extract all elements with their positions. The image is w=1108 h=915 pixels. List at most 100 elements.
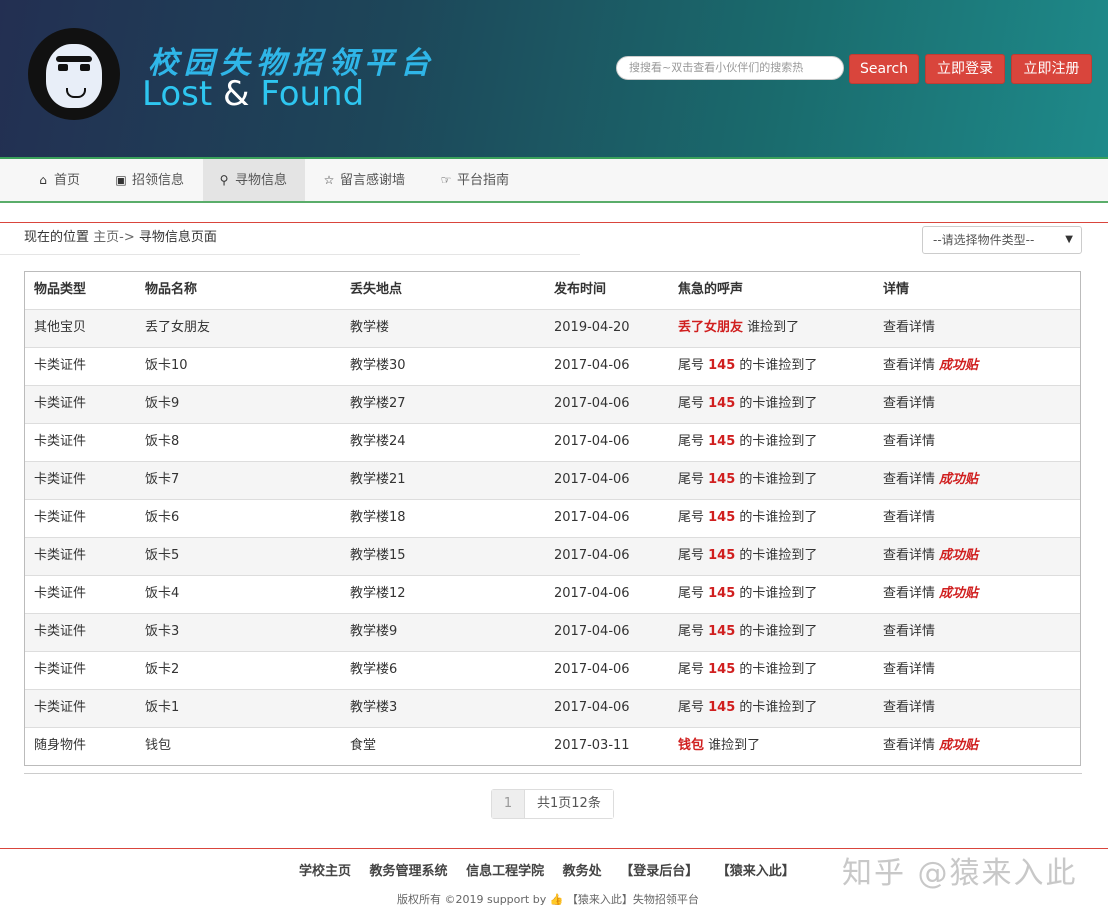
- lost-place: 教学楼6: [350, 662, 398, 677]
- title-found: Found: [260, 74, 365, 114]
- view-details-link[interactable]: 查看详情: [883, 624, 935, 639]
- item-type: 卡类证件: [34, 358, 87, 373]
- nav-item-home[interactable]: ⌂ 首页: [22, 159, 94, 201]
- footer-link-academic-system[interactable]: 教务管理系统: [370, 864, 448, 879]
- table-row: 卡类证件 饭卡10 教学楼30 2017-04-06 尾号 145 的卡谁捡到了 查看详情…: [25, 347, 1080, 385]
- title-lost: Lost: [142, 74, 213, 114]
- urgent-call: 尾号 145 的卡谁捡到了: [678, 500, 817, 536]
- gorilla-logo-icon[interactable]: [28, 28, 120, 120]
- logo-face: [46, 44, 102, 108]
- view-details-link[interactable]: 查看详情: [883, 510, 935, 525]
- view-details-link[interactable]: 查看详情: [883, 320, 935, 335]
- call-highlight: 钱包: [678, 738, 705, 753]
- publish-date: 2017-04-06: [554, 624, 630, 639]
- item-name: 饭卡2: [145, 662, 180, 677]
- call-prefix: 尾号: [678, 624, 709, 639]
- item-name: 饭卡10: [145, 358, 188, 373]
- success-badge: 成功贴: [939, 548, 979, 563]
- footer-link-school[interactable]: 学校主页: [299, 864, 351, 879]
- view-details-link[interactable]: 查看详情: [883, 738, 935, 753]
- nav-label: 首页: [54, 173, 81, 188]
- view-details-link[interactable]: 查看详情: [883, 662, 935, 677]
- detail-cell: 查看详情 成功贴: [883, 348, 978, 384]
- search-button[interactable]: Search: [849, 54, 919, 84]
- table-row: 卡类证件 饭卡3 教学楼9 2017-04-06 尾号 145 的卡谁捡到了 查看详情: [25, 613, 1080, 651]
- publish-date: 2017-04-06: [554, 396, 630, 411]
- item-name: 饭卡8: [145, 434, 180, 449]
- call-suffix: 的卡谁捡到了: [735, 624, 818, 639]
- register-button[interactable]: 立即注册: [1011, 54, 1092, 84]
- page-number-button[interactable]: 1: [492, 790, 525, 818]
- urgent-call: 钱包 谁捡到了: [678, 728, 760, 764]
- call-suffix: 的卡谁捡到了: [735, 586, 818, 601]
- search-input[interactable]: 搜搜看~双击查看小伙伴们的搜索热: [616, 56, 844, 80]
- item-type: 卡类证件: [34, 586, 87, 601]
- image-icon: ▣: [115, 173, 127, 187]
- footer-link-academic-office[interactable]: 教务处: [563, 864, 602, 879]
- footer-link-yuanlai[interactable]: 【猿来入此】: [717, 864, 795, 879]
- chevron-down-icon: ▼: [1065, 234, 1073, 245]
- call-prefix: 尾号: [678, 548, 709, 563]
- publish-date: 2017-03-11: [554, 738, 630, 753]
- urgent-call: 尾号 145 的卡谁捡到了: [678, 386, 817, 422]
- lost-place: 教学楼27: [350, 396, 406, 411]
- item-name: 饭卡9: [145, 396, 180, 411]
- view-details-link[interactable]: 查看详情: [883, 396, 935, 411]
- logo-eye-right: [80, 64, 90, 71]
- table-row: 卡类证件 饭卡6 教学楼18 2017-04-06 尾号 145 的卡谁捡到了 查看详情: [25, 499, 1080, 537]
- footer-link-info-college[interactable]: 信息工程学院: [466, 864, 544, 879]
- nav-item-claim-info[interactable]: ▣ 招领信息: [100, 159, 198, 201]
- urgent-call: 尾号 145 的卡谁捡到了: [678, 538, 817, 574]
- view-details-link[interactable]: 查看详情: [883, 548, 935, 563]
- lost-place: 教学楼: [350, 320, 390, 335]
- item-name: 丢了女朋友: [145, 320, 211, 335]
- nav-label: 寻物信息: [235, 173, 288, 188]
- item-type: 卡类证件: [34, 434, 87, 449]
- publish-date: 2019-04-20: [554, 320, 630, 335]
- urgent-call: 尾号 145 的卡谁捡到了: [678, 614, 817, 650]
- detail-cell: 查看详情: [883, 386, 935, 422]
- call-prefix: 尾号: [678, 434, 709, 449]
- view-details-link[interactable]: 查看详情: [883, 700, 935, 715]
- urgent-call: 尾号 145 的卡谁捡到了: [678, 424, 817, 460]
- footer-link-admin-login[interactable]: 【登录后台】: [620, 864, 698, 879]
- item-type-select[interactable]: --请选择物件类型-- ▼: [922, 226, 1082, 254]
- table-row: 卡类证件 饭卡1 教学楼3 2017-04-06 尾号 145 的卡谁捡到了 查看详情: [25, 689, 1080, 727]
- lost-items-table: 物品类型 物品名称 丢失地点 发布时间 焦急的呼声 详情 其他宝贝 丢了女朋友 教学…: [24, 271, 1081, 766]
- urgent-call: 尾号 145 的卡谁捡到了: [678, 348, 817, 384]
- call-suffix: 的卡谁捡到了: [735, 434, 818, 449]
- detail-cell: 查看详情: [883, 652, 935, 688]
- view-details-link[interactable]: 查看详情: [883, 358, 935, 373]
- nav-item-lost-info[interactable]: ⚲ 寻物信息: [203, 159, 305, 201]
- view-details-link[interactable]: 查看详情: [883, 472, 935, 487]
- logo-mouth: [66, 88, 86, 98]
- item-type: 卡类证件: [34, 548, 87, 563]
- urgent-call: 丢了女朋友 谁捡到了: [678, 310, 799, 346]
- main-nav: ⌂ 首页 ▣ 招领信息 ⚲ 寻物信息 ☆ 留言感谢墙 ☞ 平台指南: [0, 157, 1108, 203]
- item-name: 饭卡5: [145, 548, 180, 563]
- call-highlight: 145: [708, 700, 736, 715]
- login-button[interactable]: 立即登录: [925, 54, 1005, 84]
- lost-place: 教学楼15: [350, 548, 406, 563]
- breadcrumb-home-link[interactable]: 主页->: [93, 230, 135, 245]
- view-details-link[interactable]: 查看详情: [883, 434, 935, 449]
- call-highlight: 145: [708, 662, 736, 677]
- item-name: 饭卡6: [145, 510, 180, 525]
- table-row: 卡类证件 饭卡9 教学楼27 2017-04-06 尾号 145 的卡谁捡到了 查看详情: [25, 385, 1080, 423]
- call-highlight: 丢了女朋友: [678, 320, 744, 335]
- item-type: 卡类证件: [34, 662, 87, 677]
- success-badge: 成功贴: [939, 738, 979, 753]
- publish-date: 2017-04-06: [554, 472, 630, 487]
- divider: [24, 773, 1082, 774]
- nav-item-thanks-wall[interactable]: ☆ 留言感谢墙: [308, 159, 419, 201]
- item-type: 卡类证件: [34, 624, 87, 639]
- publish-date: 2017-04-06: [554, 358, 630, 373]
- nav-item-guide[interactable]: ☞ 平台指南: [425, 159, 523, 201]
- search-icon: ⚲: [219, 173, 229, 187]
- table-header-row: 物品类型 物品名称 丢失地点 发布时间 焦急的呼声 详情: [25, 272, 1080, 309]
- lost-place: 教学楼24: [350, 434, 406, 449]
- pagination: 1 共1页12条: [491, 789, 614, 819]
- view-details-link[interactable]: 查看详情: [883, 586, 935, 601]
- call-highlight: 145: [708, 434, 736, 449]
- call-suffix: 的卡谁捡到了: [735, 700, 818, 715]
